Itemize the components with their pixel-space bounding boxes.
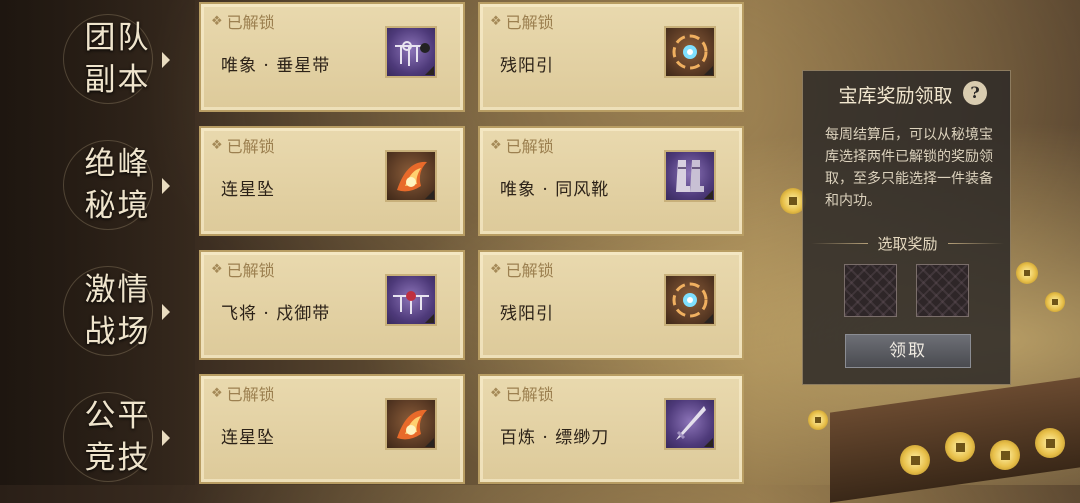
divider <box>811 243 868 244</box>
reward-card[interactable]: ❖ 已解锁 唯象 · 同风靴 <box>478 126 744 236</box>
diamond-icon: ❖ <box>211 261 223 277</box>
coin-decoration <box>808 410 828 430</box>
item-name: 唯象 · 垂星带 <box>221 56 331 76</box>
belt-icon[interactable] <box>385 274 437 326</box>
reward-card[interactable]: ❖ 已解锁 连星坠 <box>199 126 465 236</box>
unlock-status: ❖ 已解锁 <box>211 385 275 404</box>
item-name: 连星坠 <box>221 180 275 200</box>
chevron-right-icon <box>162 52 170 68</box>
panel-title: 宝库奖励领取 <box>838 85 953 107</box>
flame-pendant-icon[interactable] <box>385 398 437 450</box>
diamond-icon: ❖ <box>211 385 223 401</box>
coin-decoration <box>1045 292 1065 312</box>
reward-card[interactable]: ❖ 已解锁 飞将 · 戍御带 <box>199 250 465 360</box>
mode-nav: 团队副本 绝峰秘境 激情战场 公平竞技 <box>0 0 195 485</box>
help-icon[interactable]: ? <box>963 81 987 105</box>
chevron-right-icon <box>162 178 170 194</box>
item-name: 唯象 · 同风靴 <box>500 180 610 200</box>
flame-pendant-icon[interactable] <box>385 150 437 202</box>
nav-item-arena[interactable]: 公平竞技 <box>55 384 180 489</box>
section-label: 选取奖励 <box>877 235 938 253</box>
coin-decoration <box>945 432 975 462</box>
unlock-status: ❖ 已解锁 <box>490 13 554 32</box>
diamond-icon: ❖ <box>211 137 223 153</box>
item-name: 残阳引 <box>500 304 554 324</box>
diamond-icon: ❖ <box>490 13 502 29</box>
item-name: 连星坠 <box>221 428 275 448</box>
unlock-status: ❖ 已解锁 <box>490 385 554 404</box>
reward-card[interactable]: ❖ 已解锁 百炼 · 缥缈刀 <box>478 374 744 484</box>
vault-reward-panel: 宝库奖励领取 ? 每周结算后，可以从秘境宝库选择两件已解锁的奖励领取，至多只能选… <box>802 70 1011 385</box>
nav-item-secret-realm[interactable]: 绝峰秘境 <box>55 132 180 237</box>
chevron-right-icon <box>162 304 170 320</box>
coin-decoration <box>900 445 930 475</box>
reward-card[interactable]: ❖ 已解锁 唯象 · 垂星带 <box>199 2 465 112</box>
boots-icon[interactable] <box>664 150 716 202</box>
item-name: 百炼 · 缥缈刀 <box>500 428 610 448</box>
section-header: 选取奖励 <box>811 233 1005 254</box>
unlock-status: ❖ 已解锁 <box>490 137 554 156</box>
panel-description: 每周结算后，可以从秘境宝库选择两件已解锁的奖励领取，至多只能选择一件装备和内功。 <box>825 127 993 209</box>
unlock-status: ❖ 已解锁 <box>211 261 275 280</box>
item-name: 残阳引 <box>500 56 554 76</box>
reward-card[interactable]: ❖ 已解锁 残阳引 <box>478 250 744 360</box>
coin-decoration <box>1016 262 1038 284</box>
reward-slot-2[interactable] <box>916 264 969 317</box>
nav-item-label: 激情战场 <box>84 271 151 350</box>
unlock-status: ❖ 已解锁 <box>490 261 554 280</box>
chevron-right-icon <box>162 430 170 446</box>
reward-card[interactable]: ❖ 已解锁 残阳引 <box>478 2 744 112</box>
unlock-status: ❖ 已解锁 <box>211 137 275 156</box>
claim-button[interactable]: 领取 <box>845 334 971 368</box>
blade-icon[interactable] <box>664 398 716 450</box>
divider <box>947 243 1005 244</box>
diamond-icon: ❖ <box>490 385 502 401</box>
reward-slot-1[interactable] <box>844 264 897 317</box>
diamond-icon: ❖ <box>211 13 223 29</box>
belt-icon[interactable] <box>385 26 437 78</box>
unlock-status: ❖ 已解锁 <box>211 13 275 32</box>
item-name: 飞将 · 戍御带 <box>221 304 331 324</box>
nav-item-label: 公平竞技 <box>84 397 151 476</box>
coin-decoration <box>1035 428 1065 458</box>
fire-orb-icon[interactable] <box>664 274 716 326</box>
nav-item-battlefield[interactable]: 激情战场 <box>55 258 180 363</box>
nav-item-raid[interactable]: 团队副本 <box>55 6 180 111</box>
coin-decoration <box>990 440 1020 470</box>
diamond-icon: ❖ <box>490 137 502 153</box>
diamond-icon: ❖ <box>490 261 502 277</box>
nav-item-label: 团队副本 <box>84 19 151 98</box>
nav-item-label: 绝峰秘境 <box>84 145 151 224</box>
reward-card[interactable]: ❖ 已解锁 连星坠 <box>199 374 465 484</box>
fire-orb-icon[interactable] <box>664 26 716 78</box>
